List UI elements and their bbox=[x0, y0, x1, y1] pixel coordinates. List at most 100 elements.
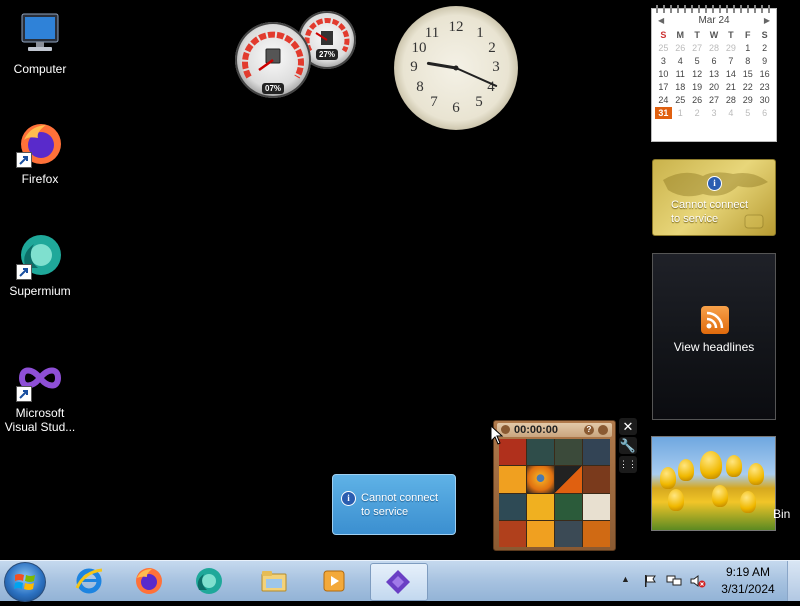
calendar-prev-button[interactable]: ◀ bbox=[658, 13, 664, 29]
puzzle-tile[interactable] bbox=[499, 466, 526, 493]
calendar-day[interactable]: 8 bbox=[739, 55, 756, 67]
options-wrench-icon[interactable]: 🔧 bbox=[619, 437, 637, 454]
calendar-day[interactable]: 7 bbox=[722, 55, 739, 67]
puzzle-tile[interactable] bbox=[555, 466, 582, 493]
taskbar-windows-explorer[interactable] bbox=[250, 563, 300, 599]
desktop-icon-supermium[interactable]: Supermium bbox=[0, 232, 80, 298]
calendar-day[interactable]: 5 bbox=[739, 107, 756, 119]
calendar-day-header: W bbox=[709, 30, 719, 40]
calendar-day[interactable]: 4 bbox=[672, 55, 689, 67]
feed-headlines-gadget[interactable]: View headlines bbox=[652, 253, 776, 420]
calendar-day[interactable]: 13 bbox=[706, 68, 723, 80]
puzzle-shuffle-icon[interactable] bbox=[598, 425, 608, 435]
show-desktop-button[interactable] bbox=[787, 561, 800, 601]
taskbar-clock[interactable]: 9:19 AM 3/31/2024 bbox=[713, 564, 783, 598]
puzzle-tile[interactable] bbox=[527, 520, 554, 547]
calendar-day[interactable]: 19 bbox=[689, 81, 706, 93]
calendar-day[interactable]: 28 bbox=[722, 94, 739, 106]
info-icon: i bbox=[707, 176, 722, 191]
view-headlines-link[interactable]: View headlines bbox=[653, 340, 775, 354]
puzzle-tile[interactable] bbox=[583, 466, 610, 493]
calendar-day[interactable]: 6 bbox=[756, 107, 773, 119]
puzzle-tile[interactable] bbox=[527, 493, 554, 520]
calendar-day[interactable]: 5 bbox=[689, 55, 706, 67]
show-hidden-icons-button[interactable]: ▲ bbox=[621, 574, 630, 584]
weather-gadget[interactable]: i Cannot connect to service bbox=[332, 474, 456, 535]
calendar-day[interactable]: 12 bbox=[689, 68, 706, 80]
puzzle-tile[interactable] bbox=[499, 520, 526, 547]
calendar-day[interactable]: 25 bbox=[655, 42, 672, 54]
puzzle-tile[interactable] bbox=[555, 439, 582, 466]
clock-gadget[interactable]: 12 1 2 3 4 5 6 7 8 9 10 11 bbox=[394, 6, 518, 130]
calendar-gadget[interactable]: ◀ Mar 24 ▶ S M T W T F S 25 26 27 28 29 1 2 3 4 5 6 7 8 9 10 1… bbox=[651, 5, 777, 142]
calendar-day[interactable]: 4 bbox=[722, 107, 739, 119]
gadget-side-toolbar: ✕ 🔧 ⋮⋮ bbox=[619, 418, 639, 475]
calendar-day[interactable]: 27 bbox=[689, 42, 706, 54]
recycle-bin-label: Bin bbox=[773, 507, 791, 521]
puzzle-tile[interactable] bbox=[499, 493, 526, 520]
calendar-day[interactable]: 11 bbox=[672, 68, 689, 80]
taskbar-internet-explorer[interactable] bbox=[65, 563, 115, 599]
calendar-day[interactable]: 1 bbox=[739, 42, 756, 54]
calendar-day[interactable]: 28 bbox=[706, 42, 723, 54]
puzzle-tile[interactable] bbox=[583, 493, 610, 520]
desktop-icon-label: Computer bbox=[13, 62, 67, 76]
calendar-day[interactable]: 29 bbox=[722, 42, 739, 54]
calendar-day[interactable]: 15 bbox=[739, 68, 756, 80]
calendar-day[interactable]: 24 bbox=[655, 94, 672, 106]
calendar-day[interactable]: 2 bbox=[756, 42, 773, 54]
calendar-day[interactable]: 26 bbox=[689, 94, 706, 106]
calendar-day[interactable]: 2 bbox=[689, 107, 706, 119]
calendar-day[interactable]: 14 bbox=[722, 68, 739, 80]
windows-logo-icon bbox=[14, 574, 35, 590]
calendar-next-button[interactable]: ▶ bbox=[764, 13, 770, 29]
taskbar-firefox[interactable] bbox=[125, 563, 175, 599]
currency-gadget[interactable]: i Cannot connect to service bbox=[652, 159, 776, 236]
calendar-day[interactable]: 27 bbox=[706, 94, 723, 106]
drag-handle-icon[interactable]: ⋮⋮ bbox=[619, 456, 637, 473]
puzzle-tile[interactable] bbox=[555, 493, 582, 520]
calendar-day[interactable]: 18 bbox=[672, 81, 689, 93]
close-icon[interactable]: ✕ bbox=[619, 418, 637, 435]
desktop-icon-computer[interactable]: Computer bbox=[0, 10, 80, 76]
calendar-today[interactable]: 31 bbox=[655, 107, 672, 119]
taskbar-visual-studio[interactable] bbox=[370, 563, 428, 601]
calendar-day[interactable]: 17 bbox=[655, 81, 672, 93]
calendar-day[interactable]: 1 bbox=[672, 107, 689, 119]
desktop-icon-visual-studio[interactable]: Microsoft Visual Stud... bbox=[0, 354, 80, 434]
action-center-flag-icon[interactable] bbox=[643, 574, 657, 588]
calendar-day[interactable]: 29 bbox=[739, 94, 756, 106]
desktop-icon-label: Microsoft Visual Stud... bbox=[4, 406, 76, 434]
calendar-day[interactable]: 22 bbox=[739, 81, 756, 93]
tulip-image-element bbox=[678, 459, 694, 481]
calendar-day[interactable]: 3 bbox=[655, 55, 672, 67]
calendar-day[interactable]: 26 bbox=[672, 42, 689, 54]
calendar-day[interactable]: 21 bbox=[722, 81, 739, 93]
puzzle-tile[interactable] bbox=[527, 466, 554, 493]
network-icon[interactable] bbox=[666, 574, 682, 588]
picture-puzzle-gadget[interactable]: 00:00:00 ? bbox=[493, 420, 616, 551]
desktop-icon-firefox[interactable]: Firefox bbox=[0, 120, 80, 186]
puzzle-tile[interactable] bbox=[583, 520, 610, 547]
puzzle-tile[interactable] bbox=[583, 439, 610, 466]
calendar-day[interactable]: 25 bbox=[672, 94, 689, 106]
calendar-day[interactable]: 6 bbox=[706, 55, 723, 67]
calendar-day[interactable]: 20 bbox=[706, 81, 723, 93]
puzzle-tile[interactable] bbox=[555, 520, 582, 547]
calendar-day[interactable]: 23 bbox=[756, 81, 773, 93]
firefox-icon bbox=[16, 120, 64, 168]
taskbar-supermium[interactable] bbox=[185, 563, 235, 599]
puzzle-help-icon[interactable]: ? bbox=[584, 425, 594, 435]
calendar-day[interactable]: 30 bbox=[756, 94, 773, 106]
puzzle-tile[interactable] bbox=[527, 439, 554, 466]
calendar-day[interactable]: 10 bbox=[655, 68, 672, 80]
start-button[interactable] bbox=[4, 562, 46, 602]
calendar-day[interactable]: 16 bbox=[756, 68, 773, 80]
calendar-day[interactable]: 9 bbox=[756, 55, 773, 67]
puzzle-timer: 00:00:00 bbox=[514, 424, 559, 436]
slideshow-gadget[interactable] bbox=[651, 436, 776, 531]
tulip-image-element bbox=[740, 491, 756, 513]
taskbar-media-player[interactable] bbox=[310, 563, 360, 599]
calendar-day[interactable]: 3 bbox=[706, 107, 723, 119]
volume-muted-icon[interactable] bbox=[690, 574, 706, 588]
